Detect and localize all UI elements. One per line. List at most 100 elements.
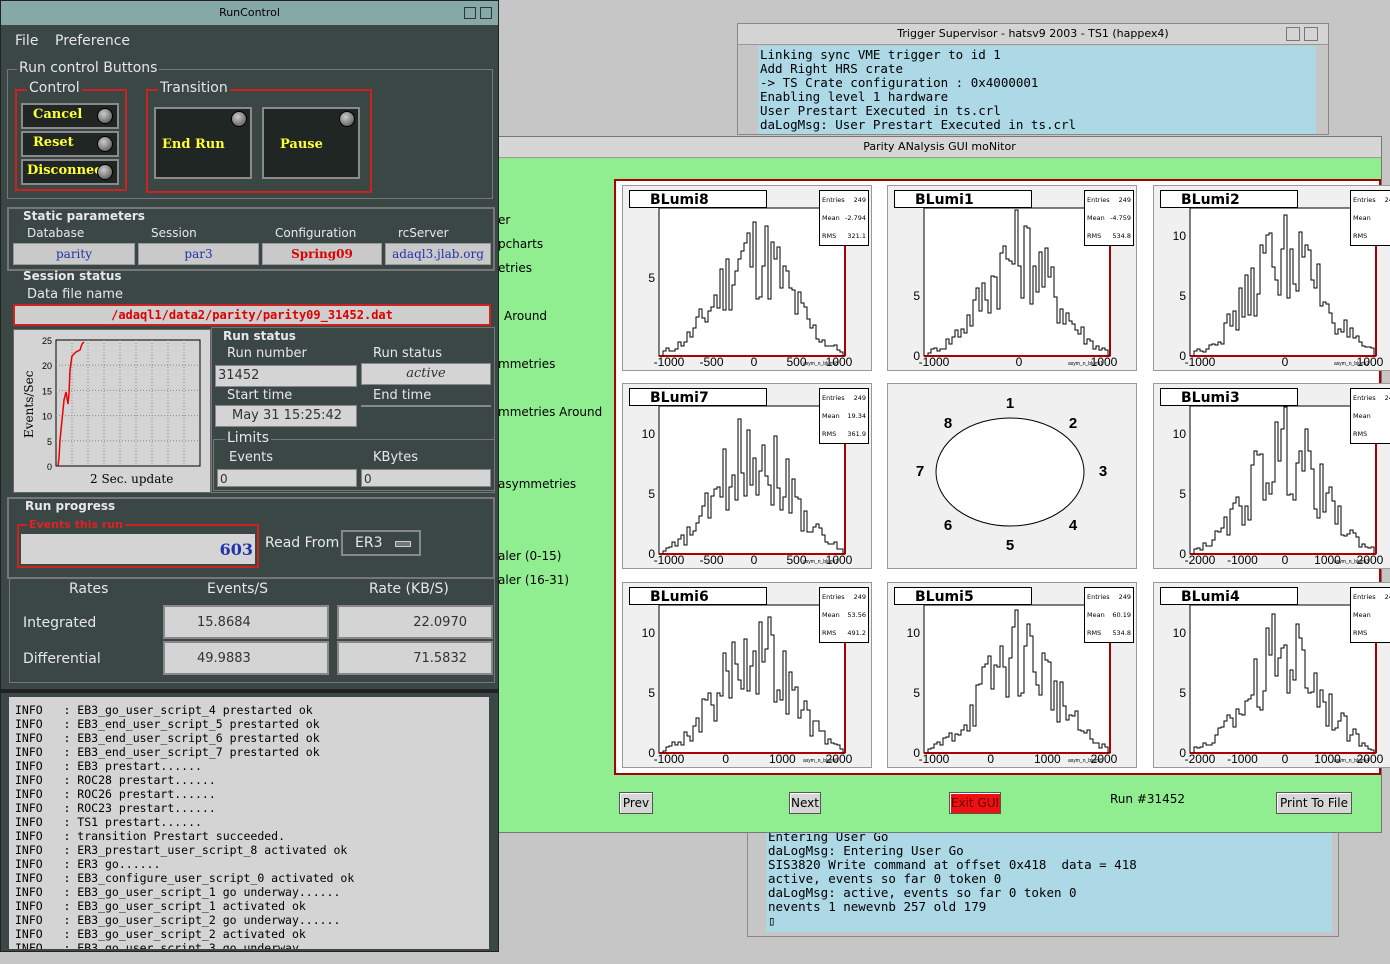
panguin-menu-item[interactable]: aler (0-15) (498, 549, 561, 563)
dropdown-icon (395, 541, 411, 547)
x-tick-label: 0 (722, 752, 729, 766)
run-control-buttons-label: Run control Buttons (17, 60, 160, 76)
run-number-value: 31452 (215, 365, 357, 387)
x-axis-label: asym_n_blumi7 (803, 559, 838, 565)
differential-rate-value: 71.5832 (337, 641, 493, 675)
maximize-icon[interactable] (1304, 27, 1318, 41)
x-tick-label: 0 (987, 752, 994, 766)
histogram-pad-blumi1[interactable]: 5 0 -1000 0 1000 asym_n_blumi1 BLumi1 Entries 24… (887, 185, 1137, 371)
stats-label: Mean (1087, 611, 1105, 619)
stats-box: Entries 249 Mean -4.759 RMS 534.8 (1084, 190, 1134, 246)
next-button[interactable]: Next (789, 792, 821, 814)
stats-label: RMS (822, 629, 837, 637)
rates-header: Rates (69, 581, 109, 597)
stats-row-rms: RMS 491.2 (820, 624, 868, 642)
histogram-title: BLumi3 (1160, 388, 1298, 406)
histogram-canvas: 5 -1000 -500 0 500 1000 asym_n_blumi8 BLumi8 Ent… (614, 179, 1390, 775)
stats-row-entries: Entries 249 (1085, 191, 1133, 209)
stats-value: 534.8 (1112, 232, 1131, 240)
stats-row-rms: RMS (1351, 624, 1390, 642)
histogram-title: BLumi1 (894, 190, 1032, 208)
stats-box: Entries 249 Mean RMS (1350, 190, 1390, 246)
prev-button[interactable]: Prev (619, 792, 653, 814)
y-tick-label: 10 (642, 626, 656, 640)
stats-value: 60.19 (1112, 611, 1131, 619)
x-tick-label: -1000 (654, 752, 685, 766)
y-tick-label: 5 (913, 289, 920, 303)
maximize-icon[interactable] (480, 7, 492, 19)
panguin-menu-item[interactable]: Around (504, 309, 547, 323)
graph-y-tick: 15 (42, 386, 52, 396)
cancel-knob-icon (97, 108, 113, 124)
trigger-supervisor-title: Trigger Supervisor - hatsv9 2003 - TS1 (… (738, 24, 1328, 45)
session-value: par3 (138, 243, 259, 265)
differential-events-value: 49.9883 (163, 641, 329, 675)
histogram-pad-blumi7[interactable]: 10 5 0 -1000 -500 0 500 1000 asym_n_blumi7 BLumi7… (622, 383, 872, 569)
x-tick-label: -2000 (1185, 553, 1216, 567)
histogram-pad-blumi4[interactable]: 10 5 0 -2000 -1000 0 1000 2000 asym_n_blumi4 BLum… (1153, 582, 1390, 768)
histogram-pad-blumi5[interactable]: 10 5 0 -1000 0 1000 2000 asym_n_blumi5 BLumi5 Ent… (887, 582, 1137, 768)
panguin-title: Parity ANalysis GUI moNitor (498, 137, 1381, 158)
x-axis-label: asym_n_blumi1 (1068, 361, 1103, 367)
minimize-icon[interactable] (464, 7, 476, 19)
trigger-supervisor-window: Trigger Supervisor - hatsv9 2003 - TS1 (… (737, 23, 1329, 135)
stats-row-entries: Entries 249 (1351, 588, 1390, 606)
start-time-label: Start time (227, 388, 293, 403)
data-file-value: /adaql1/data2/parity/parity09_31452.dat (13, 304, 491, 326)
stats-row-entries: Entries 249 (1351, 191, 1390, 209)
stats-value: -2.794 (845, 214, 866, 222)
x-tick-label: 1000 (769, 752, 796, 766)
limit-kbytes-input[interactable]: 0 (361, 469, 491, 487)
stats-label: Entries (1353, 196, 1376, 204)
histogram-pad-blumi8[interactable]: 5 -1000 -500 0 500 1000 asym_n_blumi8 BLumi8 Ent… (622, 185, 872, 371)
stats-value: 249 (1384, 593, 1390, 601)
rcserver-value: adaql3.jlab.org (385, 243, 491, 265)
x-tick-label: -1000 (1227, 553, 1258, 567)
limits-label: Limits (225, 430, 271, 446)
panguin-menu-item[interactable]: asymmetries (498, 477, 576, 491)
plot-frame (658, 604, 846, 754)
detector-diagram: 1 2 3 4 5 6 7 8 (916, 395, 1107, 554)
x-tick-label: -1000 (1185, 355, 1216, 369)
runcontrol-window: RunControl File Preference Run control B… (0, 0, 499, 952)
stats-label: RMS (1353, 232, 1368, 240)
y-tick-label: 5 (648, 271, 655, 285)
x-tick-label: 0 (1282, 553, 1289, 567)
print-to-file-button[interactable]: Print To File (1276, 792, 1352, 814)
panguin-menu-item[interactable]: er (498, 213, 510, 227)
x-axis-label: asym_n_blumi6 (803, 758, 838, 764)
panguin-menu-item[interactable]: mmetries Around (498, 405, 602, 419)
detector-label: 4 (1069, 517, 1078, 534)
read-from-select[interactable]: ER3 (341, 530, 421, 556)
x-tick-label: -500 (699, 355, 723, 369)
histogram-pad-blumi6[interactable]: 10 5 0 -1000 0 1000 2000 asym_n_blumi6 BLumi6 Ent… (622, 582, 872, 768)
file-menu[interactable]: File (15, 33, 38, 49)
graph-y-tick: 20 (42, 361, 52, 371)
stats-row-mean: Mean (1351, 606, 1390, 624)
stats-value: 249 (853, 593, 866, 601)
disconnect-knob-icon (97, 164, 113, 180)
read-from-value: ER3 (355, 535, 383, 551)
x-tick-label: -500 (699, 553, 723, 567)
stats-label: Mean (822, 412, 840, 420)
preference-menu[interactable]: Preference (55, 33, 130, 49)
end-run-knob-icon (231, 111, 247, 127)
histogram-pad-blumi3[interactable]: 10 5 0 -2000 -1000 0 1000 2000 asym_n_blumi3 BLum… (1153, 383, 1390, 569)
panguin-menu-item[interactable]: mmetries (498, 357, 555, 371)
run-number-label: Run #31452 (1110, 792, 1186, 806)
stats-row-entries: Entries 249 (1085, 588, 1133, 606)
histogram-title: BLumi8 (629, 190, 767, 208)
panguin-menu-item[interactable]: aler (16-31) (498, 573, 569, 587)
panguin-menu-item[interactable]: etries (498, 261, 532, 275)
exit-gui-button[interactable]: Exit GUI (949, 792, 1001, 814)
x-tick-label: 1000 (1034, 752, 1061, 766)
histogram-pad-blumi2[interactable]: 10 5 0 -1000 0 1000 asym_n_blumi2 BLumi2 Entries… (1153, 185, 1390, 371)
minimize-icon[interactable] (1286, 27, 1300, 41)
panguin-menu-item[interactable]: pcharts (498, 237, 543, 251)
stats-value: 249 (853, 394, 866, 402)
events-this-run-label: Events this run (27, 518, 125, 531)
stats-label: Entries (822, 593, 845, 601)
stats-box: Entries 249 Mean RMS (1350, 587, 1390, 643)
limit-events-input[interactable]: 0 (217, 469, 357, 487)
configuration-label: Configuration (275, 226, 357, 240)
